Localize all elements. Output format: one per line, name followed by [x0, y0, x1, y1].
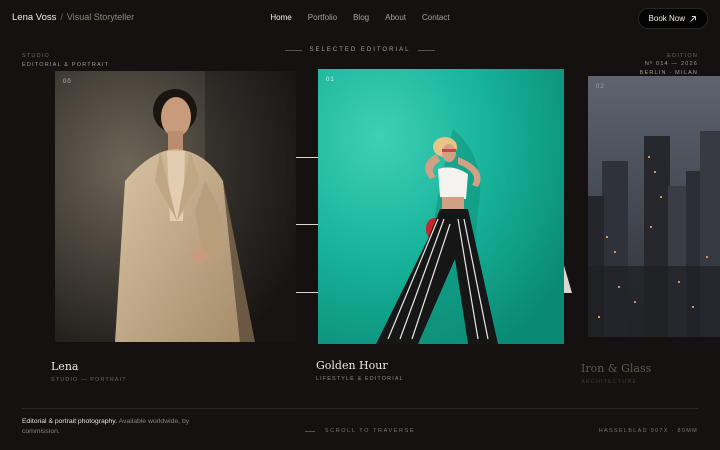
iron-glass-photo	[588, 76, 720, 337]
footer-tagline: Editorial & portrait photography. Availa…	[22, 417, 202, 437]
card-subtitle: STUDIO — PORTRAIT	[51, 377, 127, 383]
card-subtitle: LIFESTYLE & EDITORIAL	[316, 376, 404, 382]
main-nav: Home Portfolio Blog About Contact	[0, 13, 720, 22]
nav-home[interactable]: Home	[270, 13, 291, 22]
selected-editorial-label: SELECTED EDITORIAL	[309, 47, 411, 53]
nav-about[interactable]: About	[385, 13, 406, 22]
selected-editorial-heading: SELECTED EDITORIAL	[0, 47, 720, 53]
scroll-hint-label: SCROLL TO TRAVERSE	[324, 428, 416, 434]
decor-line	[296, 157, 318, 158]
portfolio-card-iron-glass[interactable]: 02	[588, 76, 720, 337]
card-subtitle: ARCHITECTURE	[581, 379, 638, 385]
portrait-photo	[55, 71, 296, 342]
golden-hour-photo	[318, 69, 564, 344]
nav-blog[interactable]: Blog	[353, 13, 369, 22]
camera-gear: HASSELBLAD 907X · 80MM	[598, 428, 698, 434]
decor-line	[296, 224, 318, 225]
studio-label: STUDIO	[22, 53, 50, 59]
portfolio-card-lena[interactable]: 00	[55, 71, 296, 342]
divider	[304, 430, 315, 432]
footer-divider	[22, 408, 698, 409]
book-now-label: Book Now	[648, 14, 685, 23]
portfolio-card-golden-hour[interactable]: 01	[318, 69, 564, 344]
card-title: Golden Hour	[316, 359, 388, 372]
card-title: Lena	[51, 360, 79, 373]
studio-value: EDITORIAL & PORTRAIT	[22, 62, 110, 68]
decor-line	[296, 292, 318, 293]
card-title: Iron & Glass	[581, 362, 652, 375]
nav-contact[interactable]: Contact	[422, 13, 450, 22]
decor-shape	[563, 262, 573, 294]
arrow-up-right-icon	[690, 15, 696, 22]
footer-lead-bold: Editorial & portrait photography.	[22, 418, 118, 425]
edition-label: EDITION	[667, 53, 698, 59]
book-now-button[interactable]: Book Now	[637, 8, 708, 29]
divider	[418, 49, 436, 51]
nav-portfolio[interactable]: Portfolio	[308, 13, 337, 22]
divider	[284, 49, 302, 51]
card-index: 00	[63, 79, 72, 85]
card-index: 02	[596, 84, 605, 90]
edition-number: Nº 014 — 2026	[644, 61, 698, 67]
card-index: 01	[326, 77, 335, 83]
